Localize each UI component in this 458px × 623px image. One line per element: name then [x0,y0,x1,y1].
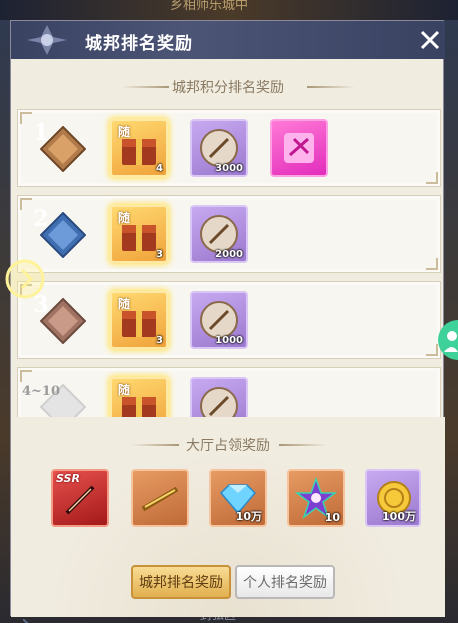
item-quantity: 10万 [235,510,262,523]
item-quantity: 3 [156,335,163,346]
corner-decoration-icon [23,619,29,623]
item-quantity: 4 [156,163,163,174]
hall-section-header: 大厅占领奖励 [11,435,445,455]
item-quantity: 2000 [215,249,243,260]
chest-label: 随 [118,211,131,225]
reward-item-star-crystal[interactable]: 10 [287,469,345,527]
ranking-section-header: 城邦积分排名奖励 [11,77,445,97]
expand-arrow-icon[interactable] [2,256,48,302]
ssr-label: SSR [56,472,80,485]
rank-row: 1 随 4 3000 [17,109,441,187]
tab-personal-ranking-rewards[interactable]: 个人排名奖励 [235,565,335,599]
emblem-icon [27,25,67,55]
chest-label: 随 [118,297,131,311]
ranking-section-title: 城邦积分排名奖励 [172,80,284,96]
hall-section-title: 大厅占领奖励 [186,438,270,454]
divider-ornament-left [131,444,179,446]
chest-label: 随 [118,383,131,397]
reward-item-gold-coin[interactable]: 100万 [365,469,421,527]
dialog-title: 城邦排名奖励 [85,34,193,54]
reward-item-chest[interactable]: 随 3 [110,377,168,417]
reward-item-diamond[interactable]: 10万 [209,469,267,527]
close-icon[interactable] [417,27,443,53]
rank-number: 4~10 [21,383,61,399]
reward-item-chest[interactable]: 随 3 [110,291,168,349]
tab-city-ranking-rewards[interactable]: 城邦排名奖励 [131,565,231,599]
side-avatar-icon[interactable] [434,320,458,360]
rank-row: 4~10 随 3 800 [17,367,441,417]
golden-weapon-icon [141,486,179,512]
reward-item-token[interactable]: 1000 [190,291,248,349]
reward-item-token[interactable]: 800 [190,377,248,417]
background-banner-text: 乡相师乐城中 [170,0,249,13]
rank-row: 3 随 3 1000 [17,281,441,359]
reward-item-golden-weapon[interactable] [131,469,189,527]
hall-reward-list: SSR 10万 10 100万 [11,467,445,531]
reward-item-token[interactable]: 3000 [190,119,248,177]
divider-ornament-left [121,86,169,88]
rank-number: 2 [33,206,49,232]
reward-item-token[interactable]: 2000 [190,205,248,263]
pink-scroll-icon [284,133,314,163]
divider-ornament-right [307,86,355,88]
ranking-list[interactable]: 1 随 4 3000 2 随 3 2000 3 随 3 1000 4~10 随 [17,105,447,417]
sword-token-icon [200,387,238,417]
item-quantity: 3000 [215,163,243,174]
item-quantity: 10 [324,511,340,524]
dialog-titlebar: 城邦排名奖励 [11,21,445,59]
rank-number: 1 [33,120,49,146]
reward-item-ssr-weapon[interactable]: SSR [51,469,109,527]
divider-ornament-right [279,444,327,446]
reward-dialog: 城邦排名奖励 城邦积分排名奖励 1 随 4 3000 2 随 3 2000 3 … [10,20,447,623]
reward-item-chest[interactable]: 随 4 [110,119,168,177]
item-quantity: 100万 [382,510,416,523]
reward-item-chest[interactable]: 随 3 [110,205,168,263]
chest-label: 随 [118,125,131,139]
rank-row: 2 随 3 2000 [17,195,441,273]
reward-item-scroll[interactable] [270,119,328,177]
item-quantity: 1000 [215,335,243,346]
item-quantity: 3 [156,249,163,260]
